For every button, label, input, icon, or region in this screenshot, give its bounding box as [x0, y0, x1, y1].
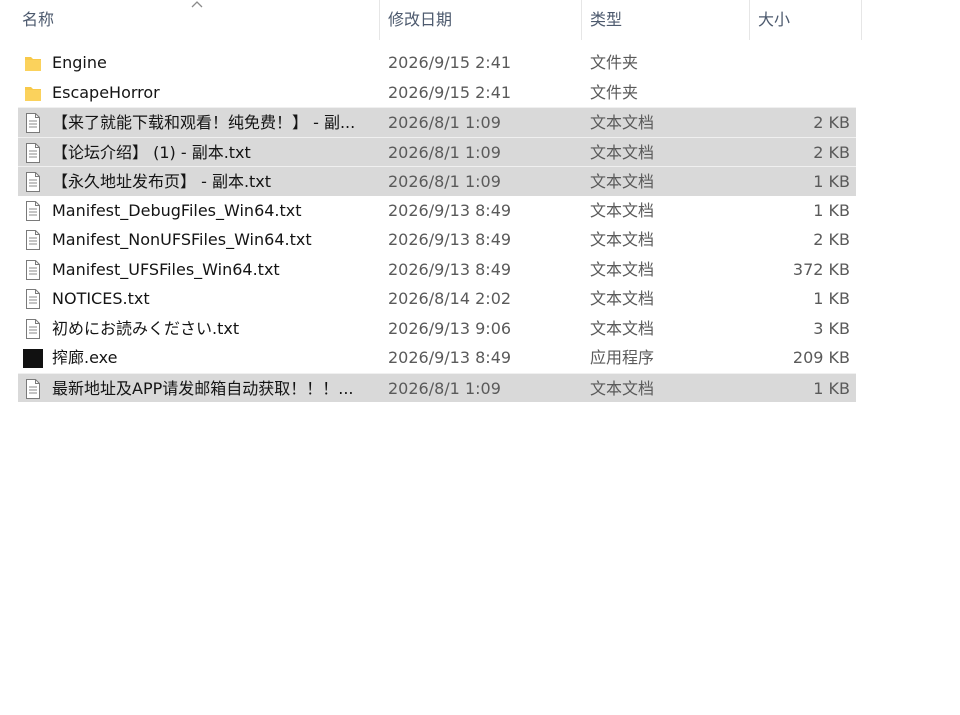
file-row[interactable]: Manifest_DebugFiles_Win64.txt 2026/9/13 8…: [18, 196, 856, 226]
file-name: 【论坛介绍】 (1) - 副本.txt: [52, 142, 251, 162]
column-header-type[interactable]: 类型: [582, 0, 750, 40]
file-type: 文本文档: [590, 172, 655, 191]
file-type: 文本文档: [590, 200, 655, 220]
file-row[interactable]: 【永久地址发布页】 - 副本.txt 2026/8/1 1:09 文本文档 1 KB: [18, 166, 856, 196]
file-type: 文本文档: [590, 378, 655, 398]
file-name: 搾廊.exe: [52, 348, 118, 367]
text-file-icon: [26, 230, 40, 250]
file-date-modified: 2026/8/1 1:09: [388, 172, 501, 191]
file-size: 209 KB: [792, 348, 850, 367]
file-name: Manifest_UFSFiles_Win64.txt: [52, 259, 280, 279]
file-size: 1 KB: [813, 289, 850, 308]
file-row[interactable]: 搾廊.exe 2026/9/13 8:49 应用程序 209 KB: [18, 343, 856, 373]
text-file-icon: [26, 200, 40, 221]
column-header-bar: 名称 修改日期 类型 大小: [0, 0, 862, 40]
file-date-modified: 2026/9/15 2:41: [388, 53, 512, 72]
file-name: Manifest_DebugFiles_Win64.txt: [52, 200, 302, 220]
file-name: EscapeHorror: [52, 82, 160, 102]
text-file-icon: [26, 318, 40, 339]
file-name: 初めにお読みください.txt: [52, 318, 240, 338]
file-row[interactable]: 初めにお読みください.txt 2026/9/13 9:06 文本文档 3 KB: [18, 314, 856, 344]
file-list: Engine 2026/9/15 2:41 文件夹 EscapeHorror 2026/…: [18, 48, 858, 402]
file-date-modified: 2026/9/13 8:49: [388, 348, 512, 367]
file-size: 2 KB: [813, 230, 850, 249]
text-file-icon: [26, 378, 40, 399]
file-size: 1 KB: [813, 200, 850, 220]
file-size: 2 KB: [813, 113, 850, 132]
file-row[interactable]: NOTICES.txt 2026/8/14 2:02 文本文档 1 KB: [18, 284, 856, 314]
file-name: 最新地址及APP请发邮箱自动获取！！！...: [52, 378, 354, 398]
file-name: Manifest_NonUFSFiles_Win64.txt: [52, 230, 312, 249]
sort-ascending-icon: [191, 1, 203, 8]
file-row[interactable]: Engine 2026/9/15 2:41 文件夹: [18, 48, 856, 78]
file-date-modified: 2026/8/1 1:09: [388, 378, 501, 398]
file-size: 1 KB: [813, 172, 850, 191]
file-type: 文本文档: [590, 142, 655, 162]
file-type: 应用程序: [590, 348, 655, 367]
file-row[interactable]: 【来了就能下载和观看！纯免费！】 - 副... 2026/8/1 1:09 文本文档…: [18, 107, 856, 137]
text-file-icon: [26, 142, 40, 163]
folder-icon: [25, 57, 41, 71]
file-size: 1 KB: [813, 378, 850, 398]
file-type: 文本文档: [590, 113, 655, 132]
file-size: 3 KB: [813, 318, 850, 338]
file-name: 【永久地址发布页】 - 副本.txt: [52, 172, 272, 191]
file-type: 文本文档: [590, 259, 655, 279]
text-file-icon: [26, 172, 40, 192]
file-name: NOTICES.txt: [52, 289, 150, 308]
file-date-modified: 2026/8/1 1:09: [388, 142, 501, 162]
file-type: 文件夹: [590, 53, 639, 72]
text-file-icon: [26, 113, 40, 133]
file-type: 文本文档: [590, 289, 655, 308]
file-name: 【来了就能下载和观看！纯免费！】 - 副...: [52, 113, 356, 132]
exe-icon: [23, 349, 43, 368]
file-name: Engine: [52, 53, 107, 72]
file-size: 372 KB: [792, 259, 850, 279]
file-row[interactable]: Manifest_NonUFSFiles_Win64.txt 2026/9/13 …: [18, 225, 856, 255]
file-type: 文本文档: [590, 318, 655, 338]
text-file-icon: [26, 289, 40, 309]
file-date-modified: 2026/9/13 8:49: [388, 230, 512, 249]
file-size: 2 KB: [813, 142, 850, 162]
file-row[interactable]: 最新地址及APP请发邮箱自动获取！！！... 2026/8/1 1:09 文本文档 1…: [18, 372, 856, 402]
file-row[interactable]: Manifest_UFSFiles_Win64.txt 2026/9/13 8:4…: [18, 255, 856, 285]
file-date-modified: 2026/8/14 2:02: [388, 289, 512, 308]
folder-icon: [25, 86, 41, 101]
column-header-date-modified[interactable]: 修改日期: [380, 0, 582, 40]
file-date-modified: 2026/9/13 8:49: [388, 200, 512, 220]
file-type: 文本文档: [590, 230, 655, 249]
file-date-modified: 2026/9/15 2:41: [388, 82, 512, 102]
file-date-modified: 2026/8/1 1:09: [388, 113, 501, 132]
file-date-modified: 2026/9/13 9:06: [388, 318, 512, 338]
text-file-icon: [26, 259, 40, 280]
file-row[interactable]: EscapeHorror 2026/9/15 2:41 文件夹: [18, 78, 856, 108]
file-type: 文件夹: [590, 82, 639, 102]
column-header-size[interactable]: 大小: [750, 0, 862, 40]
file-date-modified: 2026/9/13 8:49: [388, 259, 512, 279]
file-row[interactable]: 【论坛介绍】 (1) - 副本.txt 2026/8/1 1:09 文本文档 2 KB: [18, 136, 856, 166]
